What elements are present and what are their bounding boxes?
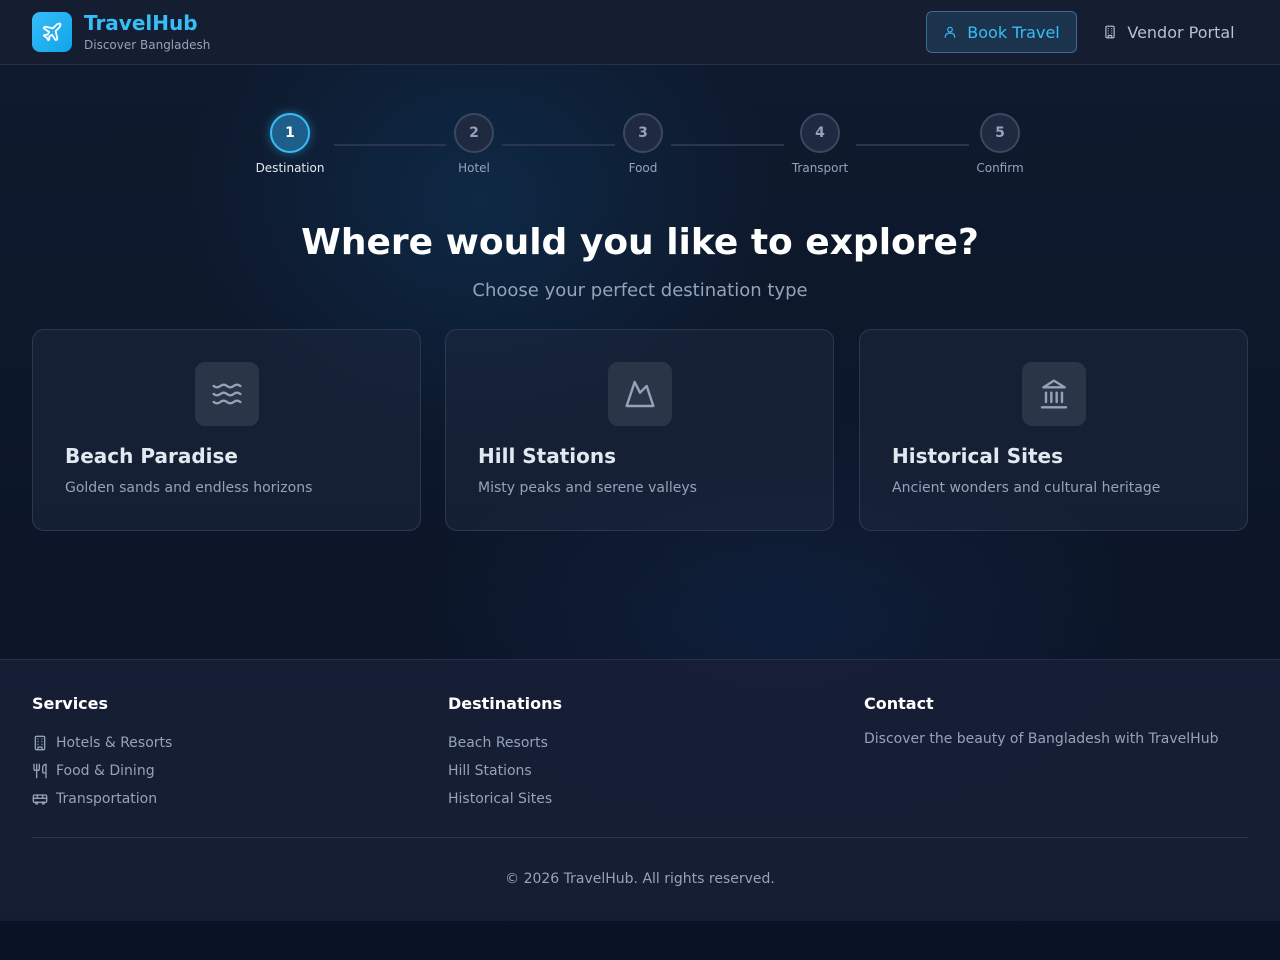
card-icon-box [608,362,672,426]
footer-heading: Contact [864,694,934,713]
card-description: Ancient wonders and cultural heritage [892,480,1161,496]
page-title: Where would you like to explore? [301,222,979,263]
step-transport[interactable]: 4 Transport [770,113,870,175]
footer-heading: Destinations [448,694,563,713]
footer-divider [32,837,1248,838]
footer-link-label: Food & Dining [56,763,155,779]
step-label: Transport [791,161,849,175]
airplane-icon [42,22,62,42]
footer-heading: Services [32,694,109,713]
user-icon [945,26,956,38]
step-label: Confirm [976,161,1024,175]
step-number: 2 [454,113,494,153]
step-destination[interactable]: 1 Destination [240,113,340,175]
book-travel-label: Book Travel [967,22,1060,42]
destination-card-beach[interactable]: Beach Paradise Golden sands and endless … [32,329,421,531]
footer-link-beach-resorts[interactable]: Beach Resorts [448,729,838,757]
page-subtitle: Choose your perfect destination type [472,280,808,301]
contact-text: Discover the beauty of Bangladesh with T… [864,731,1219,747]
card-description: Misty peaks and serene valleys [478,480,697,496]
bus-icon [32,794,48,805]
building-icon [1105,25,1116,39]
step-label: Destination [255,161,325,175]
brand-title[interactable]: TravelHub [84,11,198,35]
card-description: Golden sands and endless horizons [65,480,313,496]
card-title: Beach Paradise [65,444,238,468]
book-travel-button[interactable]: Book Travel [926,11,1077,53]
footer-contact: Contact Discover the beauty of Banglades… [864,694,1254,749]
top-header: TravelHub Discover Bangladesh Book Trave… [0,0,1280,65]
card-title: Historical Sites [892,444,1063,468]
page-footer: Services Hotels & Resorts Food & Dining … [0,659,1280,921]
mountain-icon [625,380,655,408]
step-number: 3 [623,113,663,153]
building-icon [34,735,46,751]
utensils-icon [33,763,47,779]
step-label: Food [628,161,658,175]
copyright-text: © 2026 TravelHub. All rights reserved. [505,871,775,887]
footer-link-transport[interactable]: Transportation [32,785,422,813]
card-icon-box [195,362,259,426]
step-food[interactable]: 3 Food [593,113,693,175]
destination-card-historical[interactable]: Historical Sites Ancient wonders and cul… [859,329,1248,531]
step-number: 5 [980,113,1020,153]
logo[interactable] [32,12,72,52]
footer-link-label: Transportation [56,791,158,807]
footer-destinations: Destinations Beach Resorts Hill Stations… [448,694,838,813]
step-number: 1 [270,113,310,153]
vendor-portal-button[interactable]: Vendor Portal [1093,11,1245,53]
step-number: 4 [800,113,840,153]
brand-subtitle: Discover Bangladesh [84,38,211,52]
footer-link-hotels[interactable]: Hotels & Resorts [32,729,422,757]
footer-services: Services Hotels & Resorts Food & Dining … [32,694,422,813]
waves-icon [212,383,242,405]
step-hotel[interactable]: 2 Hotel [424,113,524,175]
landmark-icon [1040,379,1068,409]
footer-link-label: Hotels & Resorts [56,735,173,751]
footer-link-historical-sites[interactable]: Historical Sites [448,785,838,813]
step-label: Hotel [458,161,490,175]
card-title: Hill Stations [478,444,617,468]
footer-link-food[interactable]: Food & Dining [32,757,422,785]
step-confirm[interactable]: 5 Confirm [950,113,1050,175]
vendor-portal-label: Vendor Portal [1127,22,1235,42]
destination-card-hills[interactable]: Hill Stations Misty peaks and serene val… [445,329,834,531]
card-icon-box [1022,362,1086,426]
footer-link-hill-stations[interactable]: Hill Stations [448,757,838,785]
